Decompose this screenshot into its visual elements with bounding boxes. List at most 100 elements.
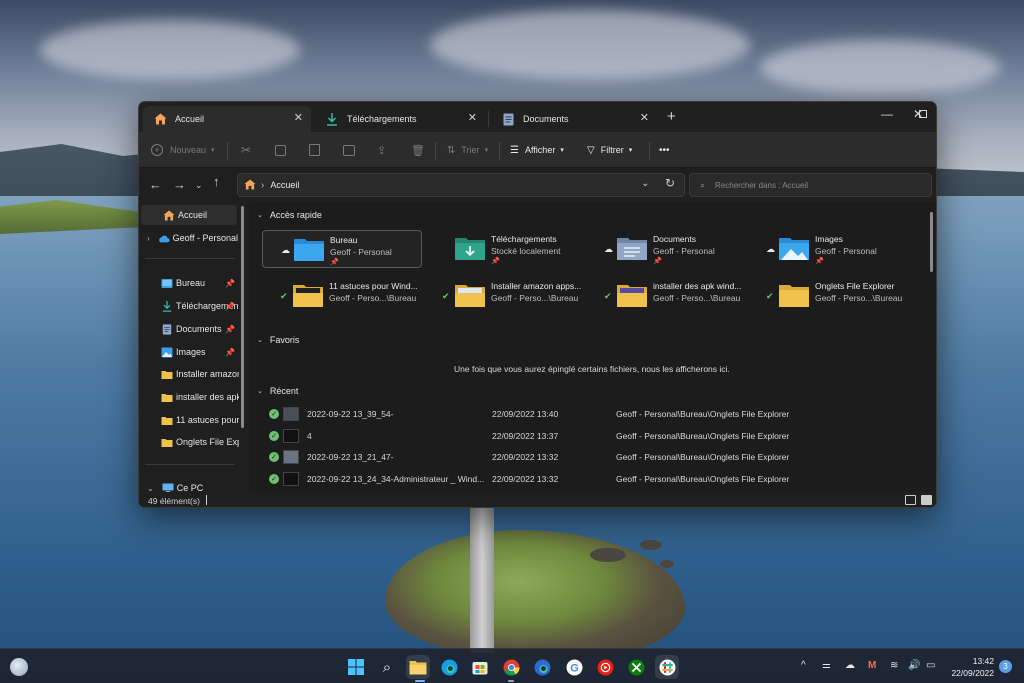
sidebar-item-label: Documents — [176, 324, 222, 334]
section-header-favoris[interactable]: ⌄ Favoris — [257, 335, 299, 345]
back-arrow-icon[interactable]: ← — [149, 177, 162, 192]
edge-taskbar-icon[interactable] — [437, 655, 461, 679]
weather-widget-icon[interactable] — [10, 658, 28, 676]
tab-documents[interactable]: Documents ✕ — [491, 106, 657, 132]
quick-access-folder[interactable]: ✔ installer des apk wind... Geoff - Pers… — [586, 277, 746, 315]
onedrive-cloud-icon[interactable]: ☁ — [845, 660, 855, 671]
tab-divider — [488, 111, 489, 127]
show-hidden-icons-chevron-icon[interactable]: ^ — [801, 660, 806, 671]
close-tab-icon[interactable]: ✕ — [468, 111, 477, 124]
tab-accueil[interactable]: Accueil ✕ — [143, 106, 311, 132]
chevron-down-icon: ⌄ — [257, 212, 263, 219]
close-tab-icon[interactable]: ✕ — [640, 111, 649, 124]
settings-sliders-icon[interactable]: ⚌ — [822, 660, 831, 671]
paste-icon[interactable] — [309, 141, 320, 159]
rename-icon[interactable] — [343, 141, 355, 159]
store-taskbar-icon[interactable] — [468, 655, 492, 679]
recent-file-row[interactable]: ✓ 2022-09-22 13_24_34-Administrateur _ W… — [269, 469, 809, 489]
recent-locations-chevron-icon[interactable]: ⌄ — [195, 180, 203, 191]
command-bar: + Nouveau ▾ ✂ ⇪ 🗑 ⇅ Trier ▾ ☰ Afficher ▾… — [139, 132, 936, 168]
tab-telechargements[interactable]: Téléchargements ✕ — [315, 106, 485, 132]
tab-label: Accueil — [175, 114, 205, 124]
system-clock[interactable]: 13:42 22/09/2022 — [944, 655, 994, 679]
notification-count-badge[interactable]: 3 — [999, 660, 1012, 673]
quick-access-bureau[interactable]: ☁ Bureau Geoff - Personal 📌 — [262, 230, 422, 268]
quick-access-folder[interactable]: ✔ Installer amazon apps... Geoff - Perso… — [424, 277, 584, 315]
download-icon — [162, 300, 172, 312]
start-button[interactable] — [344, 655, 368, 679]
more-options-button[interactable]: ••• — [659, 141, 670, 159]
delete-icon[interactable]: 🗑 — [411, 141, 425, 159]
folder-icon — [779, 285, 809, 307]
sidebar-item-onedrive[interactable]: › Geoff - Personal — [139, 228, 239, 248]
sidebar-item-documents[interactable]: Documents 📌 — [139, 319, 239, 339]
sidebar-item-folder[interactable]: Onglets File Expl — [139, 432, 239, 452]
folder-icon — [161, 416, 173, 425]
edge-dev-taskbar-icon[interactable] — [530, 655, 554, 679]
file-explorer-taskbar-icon[interactable] — [406, 655, 430, 679]
refresh-icon[interactable]: ↻ — [665, 176, 675, 190]
sidebar-scrollbar[interactable] — [241, 206, 244, 428]
google-icon: G — [566, 659, 582, 675]
copy-icon[interactable] — [275, 141, 286, 159]
quick-access-telechargements[interactable]: Téléchargements Stocké localement 📌 — [424, 230, 584, 268]
up-arrow-icon[interactable]: ↑ — [213, 174, 220, 189]
sort-button[interactable]: ⇅ Trier ▾ — [447, 141, 488, 159]
wifi-icon[interactable]: ≋ — [890, 660, 898, 671]
section-title: Favoris — [269, 335, 300, 345]
sidebar-item-telechargements[interactable]: Téléchargements 📌 — [139, 296, 239, 316]
filter-button[interactable]: ▽ Filtrer ▾ — [587, 141, 632, 159]
folder-icon — [409, 660, 427, 674]
search-input[interactable]: ⌕ Rechercher dans : Accueil — [689, 173, 932, 197]
taskbar-search-icon[interactable]: ⌕ — [375, 655, 399, 679]
chrome-taskbar-icon[interactable] — [499, 655, 523, 679]
tiles-view-icon[interactable] — [921, 495, 932, 505]
cloud-status-icon: ☁ — [604, 244, 613, 254]
sidebar-item-images[interactable]: Images 📌 — [139, 342, 239, 362]
details-view-icon[interactable] — [905, 495, 916, 505]
recent-file-row[interactable]: ✓ 2022-09-22 13_39_54- 22/09/2022 13:40 … — [269, 404, 809, 424]
quick-access-images[interactable]: ☁ Images Geoff - Personal 📌 — [748, 230, 908, 268]
recent-file-location: Geoff - Personal\Bureau\Onglets File Exp… — [616, 431, 790, 441]
favorites-empty-message: Une fois que vous aurez épinglé certains… — [454, 364, 730, 374]
slack-taskbar-icon[interactable] — [655, 655, 679, 679]
google-taskbar-icon[interactable]: G — [562, 655, 586, 679]
close-tab-icon[interactable]: ✕ — [294, 111, 303, 124]
quick-access-name: Images — [815, 234, 843, 244]
desktop-folder-icon — [161, 278, 173, 288]
cut-icon[interactable]: ✂ — [241, 141, 251, 159]
youtube-music-taskbar-icon[interactable] — [593, 655, 617, 679]
xbox-taskbar-icon[interactable] — [624, 655, 648, 679]
sidebar-item-bureau[interactable]: Bureau 📌 — [139, 273, 239, 293]
recent-file-row[interactable]: ✓ 4 22/09/2022 13:37 Geoff - Personal\Bu… — [269, 426, 809, 446]
sidebar-item-folder[interactable]: 11 astuces pour — [139, 410, 239, 430]
forward-arrow-icon[interactable]: → — [173, 177, 186, 192]
breadcrumb-current[interactable]: Accueil — [270, 180, 299, 190]
new-tab-button[interactable]: + — [667, 108, 676, 125]
section-header-recent[interactable]: ⌄ Récent — [257, 386, 298, 396]
quick-access-folder[interactable]: ✔ 11 astuces pour Wind... Geoff - Perso.… — [262, 277, 422, 315]
address-dropdown-icon[interactable]: ⌄ — [641, 178, 649, 189]
volume-icon[interactable]: 🔊 — [908, 660, 920, 671]
content-scrollbar[interactable] — [930, 212, 933, 272]
view-button[interactable]: ☰ Afficher ▾ — [510, 141, 564, 159]
slack-icon — [659, 659, 675, 675]
quick-access-location: Geoff - Personal — [815, 246, 877, 256]
address-bar[interactable]: › Accueil — [237, 173, 685, 197]
new-button[interactable]: + Nouveau ▾ — [151, 141, 215, 159]
share-icon[interactable]: ⇪ — [377, 141, 386, 159]
quick-access-documents[interactable]: ☁ Documents Geoff - Personal 📌 — [586, 230, 746, 268]
close-window-button[interactable]: ✕ — [900, 104, 936, 124]
quick-access-folder[interactable]: ✔ Onglets File Explorer Geoff - Perso...… — [748, 277, 908, 315]
app-tray-icon[interactable]: M — [868, 660, 876, 671]
sidebar-item-accueil[interactable]: Accueil — [141, 205, 237, 225]
sidebar-item-folder[interactable]: Installer amazon — [139, 364, 239, 384]
recent-file-row[interactable]: ✓ 2022-09-22 13_21_47- 22/09/2022 13:32 … — [269, 447, 809, 467]
sidebar-item-folder[interactable]: installer des apk — [139, 387, 239, 407]
section-header-quick-access[interactable]: ⌄ Accès rapide — [257, 210, 322, 220]
document-icon — [162, 323, 172, 335]
sort-icon: ⇅ — [447, 144, 456, 156]
chevron-down-icon: ⌄ — [257, 388, 263, 395]
battery-icon[interactable]: ▭ — [926, 660, 935, 671]
chrome-icon — [503, 659, 519, 676]
